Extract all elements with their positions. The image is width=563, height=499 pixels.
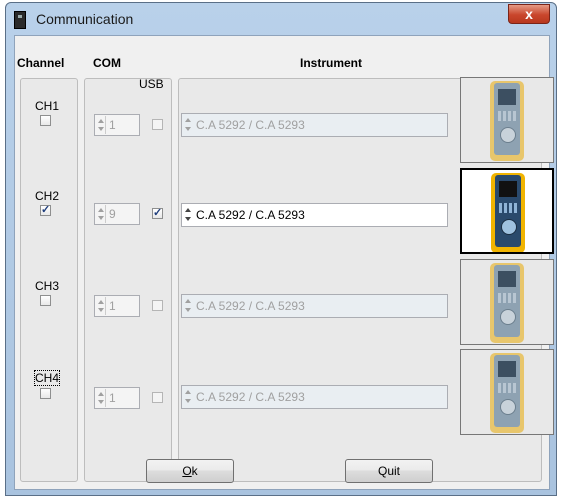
com-port-value: 1: [109, 118, 116, 132]
instrument-photo-ch4: [460, 349, 554, 435]
spinner-arrows-icon[interactable]: [96, 297, 106, 315]
usb-checkbox-ch3[interactable]: [152, 300, 163, 311]
com-port-spinner-ch1[interactable]: 1: [94, 114, 140, 136]
usb-checkbox-ch1[interactable]: [152, 119, 163, 130]
com-header: COM: [93, 56, 121, 70]
spinner-arrows-icon[interactable]: [183, 296, 192, 316]
instrument-select-ch2[interactable]: C.A 5292 / C.A 5293: [181, 203, 448, 227]
channel-label-ch2: CH2: [35, 189, 60, 203]
spinner-arrows-icon[interactable]: [183, 115, 192, 135]
instrument-header: Instrument: [300, 56, 363, 70]
usb-checkbox-ch4[interactable]: [152, 392, 163, 403]
spinner-arrows-icon[interactable]: [183, 387, 192, 407]
instrument-select-ch3[interactable]: C.A 5292 / C.A 5293: [181, 294, 448, 318]
com-port-spinner-ch4[interactable]: 1: [94, 387, 140, 409]
channel-checkbox-ch3[interactable]: [40, 295, 51, 306]
instrument-select-ch4[interactable]: C.A 5292 / C.A 5293: [181, 385, 448, 409]
com-group: USB 1 9 1 1: [84, 77, 172, 482]
channel-checkbox-ch2[interactable]: [40, 203, 51, 216]
channel-checkbox-ch1[interactable]: [40, 115, 51, 126]
usb-header: USB: [139, 77, 164, 91]
com-port-spinner-ch2[interactable]: 9: [94, 203, 140, 225]
spinner-arrows-icon[interactable]: [96, 116, 106, 134]
instrument-group: C.A 5292 / C.A 5293 C.A 5292 / C.A 5293 …: [178, 77, 554, 482]
com-port-value: 9: [109, 207, 116, 221]
communication-window: Communication x Channel COM Instrument C…: [5, 2, 557, 496]
ok-button[interactable]: Ok: [146, 459, 234, 483]
channel-label-ch3: CH3: [35, 279, 60, 293]
channel-header: Channel: [17, 56, 65, 70]
com-port-spinner-ch3[interactable]: 1: [94, 295, 140, 317]
window-title: Communication: [36, 11, 134, 27]
channel-checkbox-ch4[interactable]: [40, 388, 51, 399]
spinner-arrows-icon[interactable]: [183, 205, 192, 225]
channel-label-ch4: CH4: [33, 370, 61, 386]
ok-label: k: [191, 464, 198, 478]
device-icon: [14, 11, 26, 29]
spinner-arrows-icon[interactable]: [96, 389, 106, 407]
close-button[interactable]: x: [508, 4, 550, 24]
instrument-photo-ch2: [460, 168, 554, 254]
spinner-arrows-icon[interactable]: [96, 205, 106, 223]
usb-checkbox-ch2[interactable]: [152, 206, 163, 219]
com-port-value: 1: [109, 299, 116, 313]
quit-button[interactable]: Quit: [345, 459, 433, 483]
quit-label: Quit: [377, 464, 400, 478]
instrument-value: C.A 5292 / C.A 5293: [196, 299, 305, 313]
channel-label-ch1: CH1: [35, 99, 60, 113]
dialog-content: Channel COM Instrument CH1 CH2 CH3 CH4 U…: [14, 35, 554, 490]
com-port-value: 1: [109, 391, 116, 405]
instrument-photo-ch3: [460, 259, 554, 345]
instrument-select-ch1[interactable]: C.A 5292 / C.A 5293: [181, 113, 448, 137]
ok-mnemonic: O: [182, 464, 192, 478]
close-icon: x: [525, 6, 533, 22]
instrument-value: C.A 5292 / C.A 5293: [196, 208, 305, 222]
instrument-photo-ch1: [460, 77, 554, 163]
instrument-value: C.A 5292 / C.A 5293: [196, 118, 305, 132]
channel-group: CH1 CH2 CH3 CH4: [20, 78, 78, 482]
title-bar[interactable]: Communication x: [6, 3, 556, 35]
instrument-value: C.A 5292 / C.A 5293: [196, 390, 305, 404]
